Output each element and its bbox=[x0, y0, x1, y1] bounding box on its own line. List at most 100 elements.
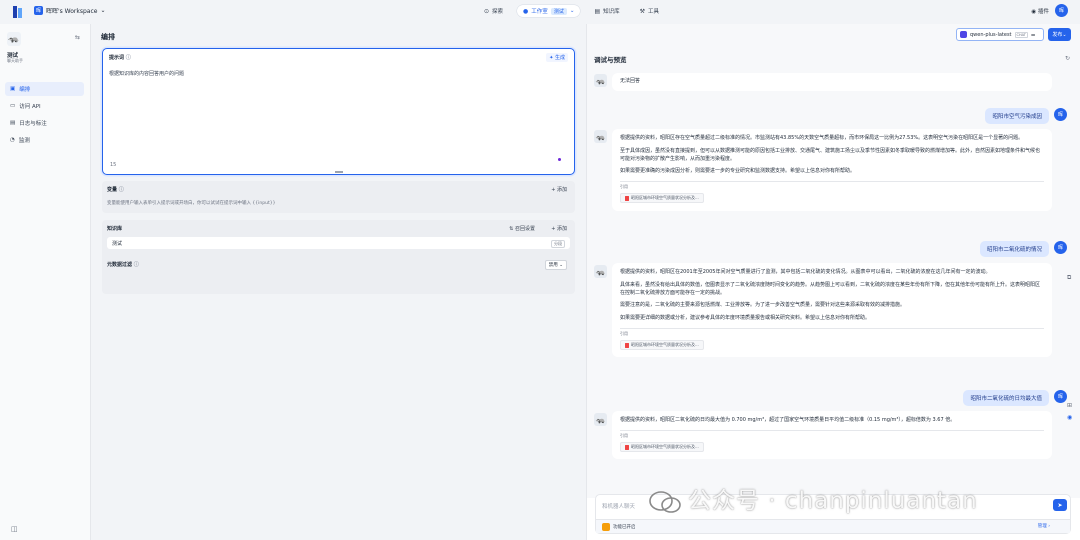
nav-label: 知识库 bbox=[603, 9, 620, 15]
user-message: 昭阳市空气污染成因 bbox=[985, 108, 1049, 124]
user-avatar[interactable]: 晖 bbox=[1055, 4, 1068, 17]
collapse-sidebar-icon[interactable]: ⇆ bbox=[75, 34, 80, 41]
sidebar-item-monitor[interactable]: ◔ 监测 bbox=[5, 133, 84, 147]
recall-settings-button[interactable]: ⇅ 召回设置 bbox=[509, 225, 535, 232]
bot-message: 无法回答 bbox=[612, 73, 1052, 91]
bot-message: 根据提供的资料，昭阳区二氧化硫的日均最大值为 0.700 mg/m³，超过了国家… bbox=[612, 411, 1052, 460]
message-text: 需要注意的是，二氧化硫的主要来源包括燃煤、工业排放等。为了进一步改善空气质量，需… bbox=[620, 302, 906, 309]
copy-icon[interactable]: ⧉ bbox=[1067, 274, 1071, 282]
manage-label: 管理 bbox=[1037, 524, 1047, 529]
add-knowledge-button[interactable]: + 添加 bbox=[551, 225, 567, 232]
model-name: qwen-plus-latest bbox=[970, 31, 1012, 38]
prompt-textarea[interactable]: 根据知识库的内容回答用户的问题 bbox=[109, 70, 184, 77]
current-app-chip[interactable]: 测试 bbox=[550, 7, 567, 15]
user-avatar: 晖 bbox=[1054, 241, 1067, 254]
message-actions: ⧉ bbox=[1067, 274, 1071, 287]
metadata-filter-value: 禁用 bbox=[548, 263, 558, 268]
knowledge-item[interactable]: 测试 分段 bbox=[107, 237, 570, 249]
bot-message: 根据提供的资料，昭阳区存在空气质量超过二级标准的情况。市监测站有43.85%的天… bbox=[612, 129, 1052, 211]
publish-button[interactable]: 发布 ⌄ bbox=[1048, 28, 1071, 41]
sidebar-item-label: 访问 API bbox=[19, 104, 41, 110]
send-icon: ➤ bbox=[1057, 501, 1063, 509]
panel-toggle-icon[interactable]: ◫ bbox=[11, 525, 18, 533]
app-logo-icon[interactable] bbox=[13, 6, 23, 18]
app-type: 聊天助手 bbox=[7, 58, 23, 63]
bot-avatar: 🦡 bbox=[594, 74, 607, 87]
nav-tools[interactable]: ⚒ 工具 bbox=[634, 5, 665, 17]
workspace-switcher[interactable]: 晖 晖晖's Workspace ⌄ bbox=[34, 6, 106, 15]
nav-explore[interactable]: ⊙ 探索 bbox=[478, 5, 509, 17]
sidebar-menu: ▣ 编排 ▭ 访问 API ▤ 日志与标注 ◔ 监测 bbox=[5, 82, 84, 150]
workspace-name: 晖晖's Workspace bbox=[46, 8, 98, 15]
recall-settings-label: 召回设置 bbox=[514, 226, 535, 232]
citation-chip[interactable]: 昭阳区城市环境空气质量状况分析及... bbox=[620, 339, 704, 351]
left-sidebar: 🦡 ⇆ 测试 聊天助手 ▣ 编排 ▭ 访问 API ▤ 日志与标注 ◔ 监测 ◫ bbox=[0, 24, 91, 540]
resize-handle[interactable] bbox=[335, 171, 343, 173]
plugin-button[interactable]: ◉ 插件 bbox=[1031, 7, 1049, 15]
send-button[interactable]: ➤ bbox=[1053, 499, 1067, 511]
citation-label: 引用 bbox=[620, 181, 1044, 190]
message-text: 根据提供的资料，昭阳区存在空气质量超过二级标准的情况。市监测站有43.85%的天… bbox=[620, 135, 1024, 141]
nav-studio[interactable]: ● 工作室 测试 ⌄ bbox=[517, 5, 581, 17]
chart-icon: ◔ bbox=[10, 137, 15, 143]
info-icon: ⓘ bbox=[118, 187, 124, 193]
metadata-filter-label: 元数据过滤 ⓘ bbox=[107, 261, 139, 268]
section-title: 知识库 bbox=[107, 226, 123, 232]
add-variable-button[interactable]: + 添加 bbox=[551, 186, 567, 193]
sparkle-icon: ✦ bbox=[549, 55, 554, 61]
grid-icon[interactable]: ⊞ bbox=[1067, 402, 1072, 409]
nav-label: 探索 bbox=[492, 9, 504, 15]
add-label: 添加 bbox=[556, 187, 567, 193]
model-provider-icon bbox=[960, 31, 967, 38]
message-text: 至于具体成因，虽然没有直接提到，但可以从数据推测可能的原因包括工业排放、交通尾气… bbox=[620, 147, 1041, 162]
variables-description: 变量能使用户输入表单引入提示词或开场白，你可以试试在提示词中输入 {{input… bbox=[107, 201, 276, 206]
sidebar-item-api[interactable]: ▭ 访问 API bbox=[5, 99, 84, 113]
floating-tools: ⊞ ◉ bbox=[1067, 402, 1072, 426]
refresh-icon[interactable]: ↻ bbox=[1065, 55, 1070, 62]
top-bar: 晖 晖晖's Workspace ⌄ ⊙ 探索 ● 工作室 测试 ⌄ ▤ 知识库… bbox=[0, 0, 1080, 24]
status-dot-icon bbox=[558, 158, 561, 161]
studio-icon: ● bbox=[523, 7, 529, 15]
chat-area[interactable]: 🦡 无法回答 昭阳市空气污染成因 晖 🦡 根据提供的资料，昭阳区存在空气质量超过… bbox=[587, 62, 1080, 498]
chevron-down-icon: ⌄ bbox=[1062, 31, 1067, 38]
publish-label: 发布 bbox=[1052, 32, 1063, 38]
knowledge-item-name: 测试 bbox=[112, 241, 123, 247]
citation-chip[interactable]: 昭阳区城市环境空气质量状况分析及... bbox=[620, 441, 704, 453]
metadata-filter-select[interactable]: 禁用 ⌄ bbox=[544, 260, 567, 270]
model-selector[interactable]: qwen-plus-latest CHAT ⚌ bbox=[956, 28, 1044, 41]
info-icon: ⓘ bbox=[133, 262, 139, 268]
generate-label: 生成 bbox=[554, 55, 565, 61]
variables-section: 变量 ⓘ + 添加 变量能使用户输入表单引入提示词或开场白，你可以试试在提示词中… bbox=[102, 181, 575, 213]
page-title: 编排 bbox=[101, 33, 115, 41]
compass-icon: ⊙ bbox=[484, 7, 490, 15]
wechat-logo-icon bbox=[649, 490, 681, 513]
bot-avatar: 🦡 bbox=[594, 413, 607, 426]
chevron-down-icon: ⌄ bbox=[100, 7, 106, 14]
manage-features-button[interactable]: 管理 › bbox=[1038, 523, 1050, 529]
message-text: 根据提供的资料，昭阳区在2001年至2005年间对空气质量进行了监测，其中包括二… bbox=[620, 269, 991, 275]
watermark-text: 公众号 · chanpinluantan bbox=[688, 488, 978, 514]
prompt-editor[interactable]: 提示词 ⓘ ✦ 生成 根据知识库的内容回答用户的问题 15 bbox=[102, 48, 575, 175]
sidebar-item-label: 监测 bbox=[18, 138, 30, 144]
knowledge-section: 知识库 ⇅ 召回设置 + 添加 测试 分段 元数据过滤 ⓘ 禁用 ⌄ bbox=[102, 220, 575, 294]
section-title-text: 变量 bbox=[107, 187, 118, 193]
feature-icon bbox=[602, 523, 610, 531]
info-icon: ⓘ bbox=[125, 55, 131, 61]
message-text: 如果需要更准确的污染成因分析，则需要进一步的专业研究和监测数据支持。希望以上信息… bbox=[620, 168, 856, 175]
citation-chip[interactable]: 昭阳区城市环境空气质量状况分析及... bbox=[620, 193, 704, 204]
sidebar-item-orchestrate[interactable]: ▣ 编排 bbox=[5, 82, 84, 96]
nav-knowledge[interactable]: ▤ 知识库 bbox=[588, 5, 625, 17]
model-mode-tag: CHAT bbox=[1014, 31, 1028, 38]
section-title: 变量 ⓘ bbox=[107, 186, 124, 193]
assistant-icon[interactable]: ◉ bbox=[1067, 414, 1072, 421]
prompt-label: 提示词 ⓘ bbox=[109, 54, 131, 61]
chat-input[interactable]: 和机器人聊天 bbox=[602, 502, 635, 510]
user-avatar: 晖 bbox=[1054, 108, 1067, 121]
pdf-icon bbox=[625, 342, 629, 348]
terminal-icon: ▭ bbox=[10, 103, 16, 109]
sidebar-item-logs[interactable]: ▤ 日志与标注 bbox=[5, 116, 84, 130]
wrench-icon: ⚒ bbox=[639, 7, 646, 15]
generate-button[interactable]: ✦ 生成 bbox=[546, 53, 568, 62]
debug-preview-panel: qwen-plus-latest CHAT ⚌ 发布 ⌄ 🦡 无法回答 昭阳市空… bbox=[586, 24, 1080, 540]
add-label: 添加 bbox=[556, 226, 567, 232]
